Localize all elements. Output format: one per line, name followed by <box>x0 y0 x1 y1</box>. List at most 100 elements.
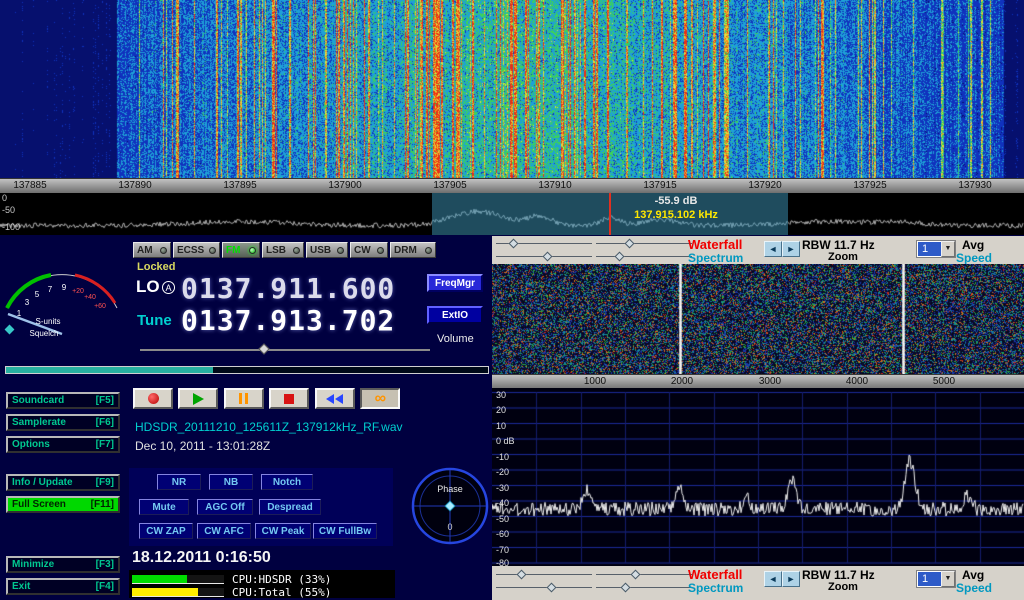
mode-usb[interactable]: USB <box>306 242 348 258</box>
freqmgr-button[interactable]: FreqMgr <box>427 274 483 292</box>
freq-tick-label: 137895 <box>216 180 264 191</box>
wav-filename: HDSDR_20111210_125611Z_137912kHz_RF.wav <box>135 420 403 434</box>
smeter-tick: 7 <box>48 285 53 294</box>
options-button[interactable]: Options[F7] <box>6 436 120 453</box>
nr-button[interactable]: NR <box>157 474 201 490</box>
display-slider[interactable] <box>596 583 692 593</box>
display-slider[interactable] <box>496 252 592 262</box>
spectrum-tab[interactable]: Spectrum <box>688 581 743 595</box>
zoom-in-arrow[interactable]: ► <box>782 241 800 257</box>
play-button[interactable] <box>178 388 218 409</box>
mode-led-icon <box>337 247 344 254</box>
despread-button[interactable]: Despread <box>259 499 321 515</box>
mode-drm[interactable]: DRM <box>390 242 436 258</box>
samplerate-button[interactable]: Samplerate[F6] <box>6 414 120 431</box>
cw-fullbw-button[interactable]: CW FullBw <box>313 523 377 539</box>
stop-button[interactable] <box>269 388 309 409</box>
record-icon <box>148 393 159 404</box>
zoom-out-arrow[interactable]: ◄ <box>764 571 782 587</box>
loop-icon: ∞ <box>375 393 386 405</box>
mode-am[interactable]: AM <box>133 242 171 258</box>
cpu-total-row: CPU:Total (55%) <box>132 586 395 598</box>
minimize-button[interactable]: Minimize[F3] <box>6 556 120 573</box>
avg-dropdown[interactable]: 1 ▼ <box>916 570 956 588</box>
squelch-slider-thumb[interactable] <box>5 325 15 335</box>
af-tick-label: 5000 <box>922 376 966 387</box>
lo-frequency-display[interactable]: 0137.911.600 <box>181 272 395 305</box>
phase-indicator: Phase 0 <box>408 464 492 548</box>
info-update-button[interactable]: Info / Update[F9] <box>6 474 120 491</box>
spectrum-tab[interactable]: Spectrum <box>688 251 743 265</box>
waterfall-tab[interactable]: Waterfall <box>688 567 742 582</box>
volume-slider-thumb[interactable] <box>258 343 269 354</box>
zoom-in-arrow[interactable]: ► <box>782 571 800 587</box>
cw-afc-button[interactable]: CW AFC <box>197 523 251 539</box>
waterfall-tab[interactable]: Waterfall <box>688 237 742 252</box>
freq-tick-label: 137910 <box>531 180 579 191</box>
extio-button[interactable]: ExtIO <box>427 306 483 324</box>
rf-spectrum-strip[interactable]: 0 -50 -100 -55.9 dB 137.915.102 kHz <box>0 193 1024 235</box>
smeter-tick: 3 <box>25 298 30 307</box>
freq-tick-label: 137890 <box>111 180 159 191</box>
cpu-hdsdr-bar <box>132 575 224 584</box>
rf-frequency-scale[interactable]: 137885 137890 137895 137900 137905 13791… <box>0 178 1024 193</box>
exit-button[interactable]: Exit[F4] <box>6 578 120 595</box>
avg-dropdown-value: 1 <box>918 242 941 256</box>
display-slider[interactable] <box>596 570 692 580</box>
mode-led-icon <box>160 247 167 254</box>
zoom-label: Zoom <box>828 251 858 263</box>
display-slider[interactable] <box>496 570 592 580</box>
cw-zap-button[interactable]: CW ZAP <box>139 523 193 539</box>
mode-cw[interactable]: CW <box>350 242 388 258</box>
tune-label: Tune <box>137 312 172 329</box>
smeter-tick: +20 <box>72 288 84 295</box>
soundcard-button[interactable]: Soundcard[F5] <box>6 392 120 409</box>
mode-button-row: AM ECSS FM LSB USB CW DRM <box>133 242 436 258</box>
mute-button[interactable]: Mute <box>139 499 189 515</box>
cw-peak-button[interactable]: CW Peak <box>255 523 311 539</box>
dropdown-arrow-icon[interactable]: ▼ <box>941 571 955 587</box>
dropdown-arrow-icon[interactable]: ▼ <box>941 241 955 257</box>
mode-ecss[interactable]: ECSS <box>173 242 220 258</box>
freq-tick-label: 137925 <box>846 180 894 191</box>
af-frequency-scale[interactable]: 1000 2000 3000 4000 5000 <box>492 374 1024 388</box>
rewind-button[interactable] <box>315 388 355 409</box>
zoom-label: Zoom <box>828 581 858 593</box>
af-spectrum-display[interactable] <box>492 388 1024 566</box>
volume-slider[interactable] <box>140 345 430 354</box>
mode-lsb[interactable]: LSB <box>262 242 304 258</box>
freq-tick-label: 137920 <box>741 180 789 191</box>
pause-icon <box>239 393 248 404</box>
smeter-tick: 9 <box>62 283 67 292</box>
notch-button[interactable]: Notch <box>261 474 313 490</box>
rf-waterfall-display[interactable] <box>0 0 1024 178</box>
display-slider[interactable] <box>496 583 592 593</box>
zoom-out-arrow[interactable]: ◄ <box>764 241 782 257</box>
freq-tick-label: 137885 <box>6 180 54 191</box>
af-waterfall-display[interactable] <box>492 264 1024 374</box>
agc-button[interactable]: AGC Off <box>197 499 253 515</box>
pause-button[interactable] <box>224 388 264 409</box>
display-slider[interactable] <box>596 252 692 262</box>
mode-fm[interactable]: FM <box>222 242 260 258</box>
freq-tick-label: 137905 <box>426 180 474 191</box>
phase-label: Phase <box>437 484 463 494</box>
nb-button[interactable]: NB <box>209 474 253 490</box>
record-button[interactable] <box>133 388 173 409</box>
cpu-hdsdr-row: CPU:HDSDR (33%) <box>132 573 395 585</box>
loop-button[interactable]: ∞ <box>360 388 400 409</box>
display-slider[interactable] <box>496 239 592 249</box>
lo-auto-badge[interactable]: A <box>162 281 175 294</box>
smeter-tick: 5 <box>35 290 40 299</box>
play-icon <box>193 393 204 405</box>
fullscreen-button[interactable]: Full Screen[F11] <box>6 496 120 513</box>
mode-led-icon <box>249 247 256 254</box>
phase-value: 0 <box>447 522 452 532</box>
rbw-label: RBW 11.7 Hz <box>802 568 875 582</box>
display-slider[interactable] <box>596 239 692 249</box>
tune-frequency-display[interactable]: 0137.913.702 <box>181 304 395 337</box>
playback-position-bar[interactable] <box>5 366 489 374</box>
cursor-db-value: -55.9 dB <box>616 195 736 207</box>
avg-dropdown[interactable]: 1 ▼ <box>916 240 956 258</box>
tune-cursor-line[interactable] <box>609 193 611 235</box>
